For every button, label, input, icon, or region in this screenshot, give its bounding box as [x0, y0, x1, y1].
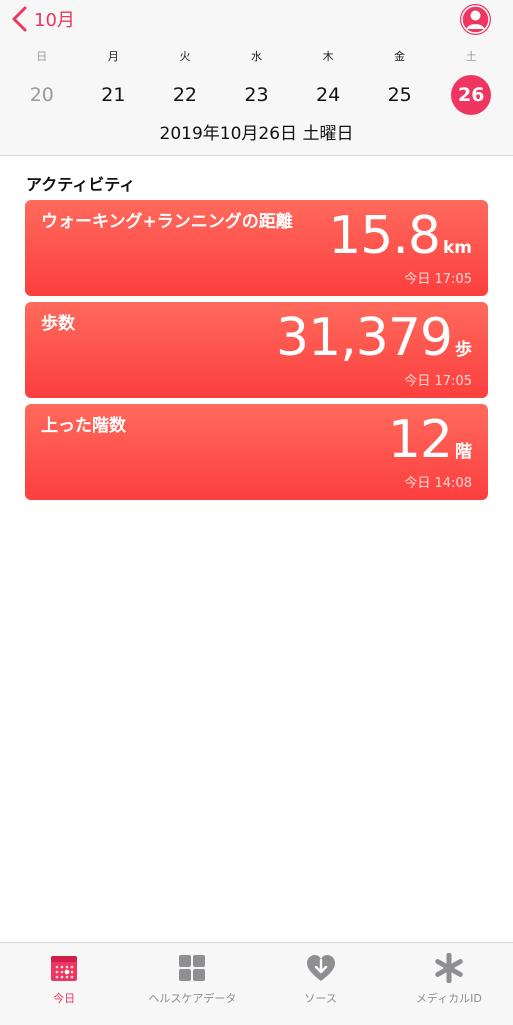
activity-card-steps[interactable]: 歩数 31,379 歩 今日 17:05	[25, 302, 488, 398]
back-label: 10月	[34, 10, 75, 31]
tab-label: メディカルID	[415, 992, 482, 1005]
weekday-label: 金	[394, 50, 406, 63]
activity-card-distance[interactable]: ウォーキング+ランニングの距離 15.8 km 今日 17:05	[25, 200, 488, 296]
calendar-icon	[51, 956, 78, 981]
card-value-number: 15.8	[328, 206, 441, 266]
card-value-unit: km	[442, 238, 472, 258]
date-row: 20 21 22 23 24 25 26	[6, 75, 507, 115]
selected-date-label: 2019年10月26日 土曜日	[159, 124, 354, 144]
day-number: 23	[244, 84, 269, 106]
weekday-label: 土	[465, 50, 477, 63]
tab-label: 今日	[53, 992, 76, 1005]
day-cell[interactable]: 23	[221, 75, 293, 115]
day-number: 22	[172, 84, 198, 106]
card-value-number: 31,379	[276, 308, 453, 368]
chevron-left-icon	[12, 6, 27, 32]
card-timestamp: 今日 17:05	[404, 272, 472, 287]
weekday-label: 日	[36, 50, 48, 63]
asterisk-icon	[435, 953, 463, 983]
tab-bar: 今日 ヘルスケアデータ ソース メディカルID	[0, 942, 513, 1025]
tab-today[interactable]: 今日	[0, 943, 128, 1025]
card-value: 15.8 km	[328, 210, 472, 262]
day-cell[interactable]: 24	[292, 75, 364, 115]
tab-health-data[interactable]: ヘルスケアデータ	[128, 943, 256, 1025]
tab-label: ソース	[304, 992, 337, 1005]
back-button[interactable]: 10月	[10, 4, 75, 34]
card-title: 歩数	[41, 314, 75, 334]
day-cell[interactable]: 22	[149, 75, 221, 115]
grid-icon	[179, 955, 206, 981]
weekday-label: 木	[322, 50, 334, 63]
day-number: 24	[316, 84, 341, 106]
tab-label: ヘルスケアデータ	[148, 992, 237, 1005]
weekday-row: 日 月 火 水 木 金 土	[6, 48, 507, 64]
day-cell-selected[interactable]: 26	[435, 75, 507, 115]
card-title: ウォーキング+ランニングの距離	[41, 212, 293, 232]
card-value: 12 階	[388, 414, 472, 466]
weekday-label: 水	[251, 50, 263, 63]
card-value-unit: 歩	[455, 340, 472, 360]
card-title: 上った階数	[41, 416, 126, 436]
card-timestamp: 今日 17:05	[404, 374, 472, 389]
tab-medical-id[interactable]: メディカルID	[385, 943, 513, 1025]
activity-card-floors[interactable]: 上った階数 12 階 今日 14:08	[25, 404, 488, 500]
card-value-number: 12	[387, 410, 453, 470]
weekday-label: 火	[179, 50, 191, 63]
tab-sources[interactable]: ソース	[257, 943, 385, 1025]
calendar-header: 10月 日 月 火 水 木 金 土 20 21 22 23 24 25 26 2…	[0, 0, 513, 156]
day-cell[interactable]: 25	[364, 75, 436, 115]
day-number: 20	[29, 84, 54, 106]
day-cell[interactable]: 21	[78, 75, 150, 115]
day-number: 25	[387, 84, 412, 106]
section-title: アクティビティ	[26, 175, 136, 194]
card-value-unit: 階	[455, 442, 472, 462]
card-value: 31,379 歩	[276, 312, 472, 364]
weekday-label: 月	[107, 50, 119, 63]
profile-button[interactable]	[459, 3, 492, 36]
day-number: 21	[101, 84, 126, 106]
day-cell[interactable]: 20	[6, 75, 78, 115]
heart-download-icon	[306, 955, 335, 981]
card-timestamp: 今日 14:08	[404, 476, 472, 491]
day-number-selected: 26	[451, 75, 492, 115]
profile-icon	[460, 4, 491, 35]
